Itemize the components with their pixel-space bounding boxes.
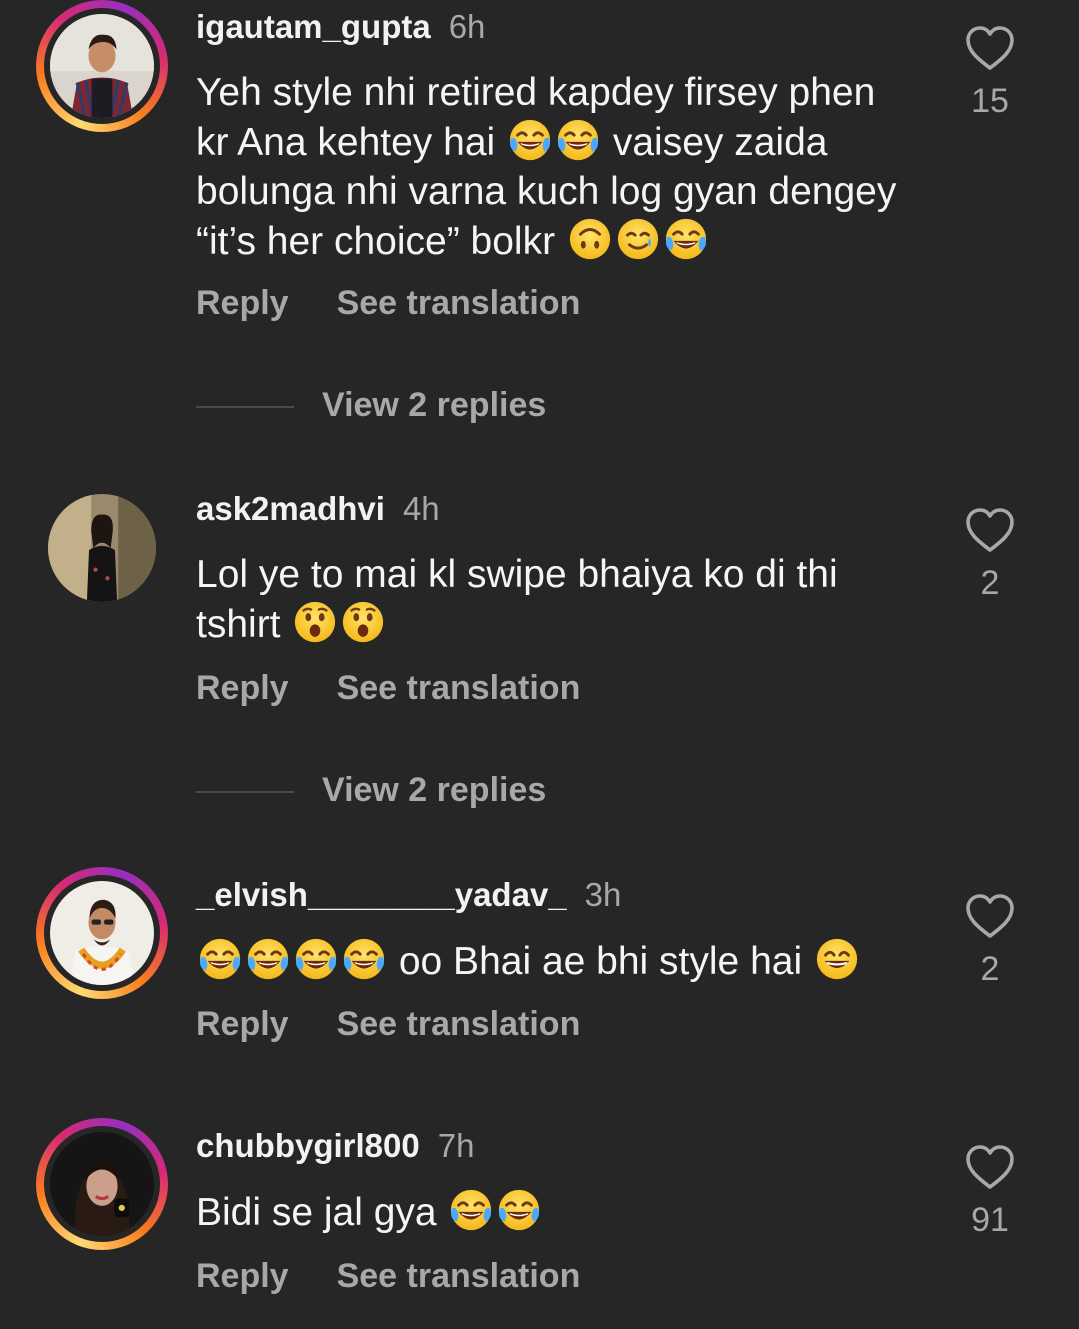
like-control: 15 (960, 24, 1020, 121)
heart-outline-icon[interactable] (964, 24, 1016, 72)
reply-button[interactable]: Reply (196, 669, 289, 707)
comment-text: Yeh style nhi retired kapdey firsey phen… (196, 71, 897, 263)
like-count: 91 (971, 1201, 1009, 1239)
avatar-story-ring[interactable] (36, 1118, 168, 1250)
heart-outline-icon[interactable] (964, 1143, 1016, 1191)
heart-outline-icon[interactable] (964, 892, 1016, 940)
face-with-tears-of-joy-icon (507, 117, 553, 163)
see-translation-button[interactable]: See translation (337, 1257, 581, 1295)
username[interactable]: _elvish________yadav_ (196, 876, 567, 913)
username[interactable]: chubbygirl800 (196, 1127, 420, 1164)
comment-header: igautam_gupta 6h (196, 8, 485, 46)
face-with-tears-of-joy-icon (555, 117, 601, 163)
comment-header: chubbygirl800 7h (196, 1127, 474, 1165)
avatar-story-ring[interactable] (36, 867, 168, 999)
avatar[interactable] (50, 1132, 154, 1236)
comment-text: Bidi se jal gya (196, 1187, 916, 1237)
face-with-tears-of-joy-icon (663, 216, 709, 262)
avatar[interactable] (48, 494, 156, 602)
view-replies-button[interactable]: View 2 replies (196, 386, 546, 425)
reply-button[interactable]: Reply (196, 1257, 289, 1295)
see-translation-button[interactable]: See translation (337, 1005, 581, 1043)
heart-outline-icon[interactable] (964, 506, 1016, 554)
reply-button[interactable]: Reply (196, 284, 289, 322)
face-with-tears-of-joy-icon (245, 936, 291, 982)
comment-header: ask2madhvi 4h (196, 490, 440, 528)
timestamp: 6h (448, 8, 486, 45)
comment-actions: Reply See translation (196, 669, 580, 708)
view-replies-button[interactable]: View 2 replies (196, 771, 546, 810)
comment-header: _elvish________yadav_ 3h (196, 876, 621, 914)
face-with-tears-of-joy-icon (496, 1187, 542, 1233)
avatar[interactable] (50, 881, 154, 985)
like-count: 2 (980, 950, 1000, 988)
timestamp: 4h (402, 490, 440, 527)
timestamp: 7h (437, 1127, 475, 1164)
reply-button[interactable]: Reply (196, 1005, 289, 1043)
smiling-face-with-tear-icon (615, 216, 661, 262)
face-with-tears-of-joy-icon (197, 936, 243, 982)
avatar[interactable] (50, 14, 154, 118)
timestamp: 3h (584, 876, 622, 913)
see-translation-button[interactable]: See translation (337, 284, 581, 322)
face-with-tears-of-joy-icon (293, 936, 339, 982)
face-with-open-mouth-icon (340, 599, 386, 645)
avatar-story-ring[interactable] (36, 0, 168, 132)
username[interactable]: igautam_gupta (196, 8, 431, 45)
grinning-face-with-smiling-eyes-icon (814, 936, 860, 982)
divider-line (196, 406, 294, 409)
comment-actions: Reply See translation (196, 284, 580, 323)
face-with-tears-of-joy-icon (448, 1187, 494, 1233)
face-with-open-mouth-icon (292, 599, 338, 645)
see-translation-button[interactable]: See translation (337, 669, 581, 707)
like-control: 2 (960, 506, 1020, 603)
avatar-container[interactable] (36, 482, 168, 614)
upside-down-face-icon (567, 216, 613, 262)
comment-actions: Reply See translation (196, 1005, 580, 1044)
like-control: 91 (960, 1143, 1020, 1240)
face-with-tears-of-joy-icon (341, 936, 387, 982)
like-count: 2 (980, 564, 1000, 602)
divider-line (196, 791, 294, 794)
comment-text: oo Bhai ae bhi style hai (196, 936, 916, 986)
comment-actions: Reply See translation (196, 1257, 580, 1296)
comment-text: Lol ye to mai kl swipe bhaiya ko di thi … (196, 553, 838, 646)
username[interactable]: ask2madhvi (196, 490, 385, 527)
like-count: 15 (971, 82, 1009, 120)
like-control: 2 (960, 892, 1020, 989)
